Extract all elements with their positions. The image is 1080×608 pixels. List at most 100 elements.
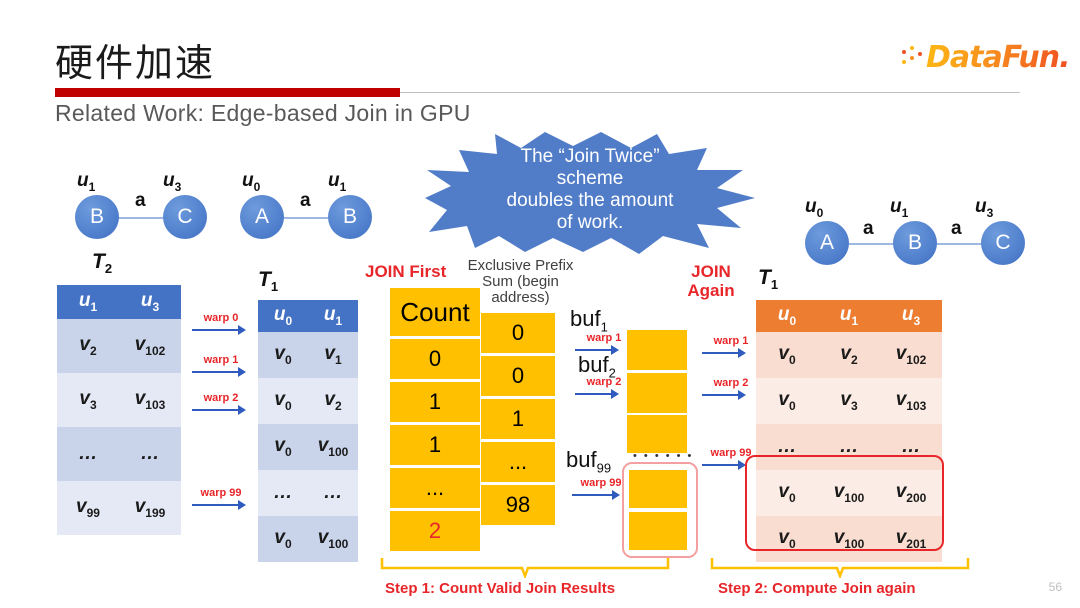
graph-t1-node0-label: A — [254, 205, 269, 228]
graph-result-node1-var: u1 — [890, 196, 909, 220]
table-cell: v0 — [756, 378, 818, 424]
graph-t1-node1-var: u1 — [328, 170, 347, 194]
graph-result-edge1-label: a — [951, 218, 962, 239]
count-cell: ... — [390, 468, 480, 508]
page-title: 硬件加速 — [55, 41, 216, 85]
graph-t2-node1-var: u3 — [163, 170, 182, 194]
count-column: Count 0 1 1... 2 — [390, 288, 480, 554]
table-cell: v102 — [880, 332, 942, 378]
buf-block-2 — [627, 373, 687, 413]
buf-ellipsis: • • • • • • — [633, 450, 694, 462]
logo-wordmark: DataFun. — [926, 39, 1070, 75]
table-cell: v199 — [119, 481, 181, 535]
join-again-label: JOIN Again — [681, 262, 741, 300]
graph-result-node0: A — [805, 221, 849, 265]
warp-label-2: warp 2 — [203, 392, 239, 404]
count-cell: 1 — [390, 425, 480, 465]
buf-block-1 — [627, 330, 687, 370]
warp-arrow-0: warp 0 — [190, 312, 252, 335]
graph-result-edge0-label: a — [863, 218, 874, 239]
graph-result: u0 u1 u3 A B C a a — [805, 196, 1035, 271]
graph-t1-node0-var: u0 — [242, 170, 261, 194]
warp-arrow-right-1: warp 1 — [700, 335, 762, 358]
callout-line-4: of work. — [556, 212, 624, 233]
warp-arrow-line-2 — [190, 405, 252, 415]
warp-arrow-line-1 — [190, 367, 252, 377]
prefix-sum-cell: ... — [481, 442, 555, 482]
table-row: v99 v199 — [57, 481, 181, 535]
table-cell: v1 — [308, 332, 358, 378]
table-row: …… — [57, 427, 181, 481]
join-again-line-2: Again — [687, 281, 735, 300]
prefix-sum-cell: 1 — [481, 399, 555, 439]
table-row: v3 v103 — [57, 373, 181, 427]
title-underline-grey — [400, 92, 1020, 93]
graph-t2-node0-label: B — [89, 205, 104, 228]
step1-label: Step 1: Count Valid Join Results — [385, 580, 616, 597]
table-header-row: u0 u1 u3 — [756, 300, 942, 332]
table-cell: … — [308, 470, 358, 516]
callout-line-2: scheme — [556, 168, 624, 189]
table-cell: v0 — [258, 516, 308, 562]
graph-t1-node0: A — [240, 195, 284, 239]
graph-result-edge0 — [847, 243, 895, 245]
table-cell: v99 — [57, 481, 119, 535]
prefix-sum-caption-2: Sum (begin — [482, 273, 559, 290]
warp-arrow-buf-1: warp 1 — [573, 332, 635, 355]
count-cell: 0 — [390, 339, 480, 379]
graph-t1-node1-label: B — [342, 205, 357, 228]
step2-label: Step 2: Compute Join again — [718, 580, 916, 597]
buf99-label: buf99 — [566, 447, 612, 476]
table-header-cell: u1 — [57, 285, 119, 319]
count-cell: 1 — [390, 382, 480, 422]
table-header-cell: u3 — [880, 300, 942, 332]
table-header-cell: u0 — [756, 300, 818, 332]
table-header-cell: u1 — [308, 300, 358, 332]
step2-brace — [710, 558, 970, 578]
callout-line-3: doubles the amount — [506, 190, 674, 211]
warp-arrow-line-buf-2 — [573, 389, 635, 399]
graph-t2-node1: C — [163, 195, 207, 239]
table-cell: v0 — [258, 424, 308, 470]
graph-result-node0-var: u0 — [805, 196, 824, 220]
warp-label-1: warp 1 — [203, 354, 239, 366]
graph-t2-node0-var: u1 — [77, 170, 96, 194]
graph-t2: u1 u3 B C a — [75, 170, 235, 245]
prefix-sum-caption: Exclusive Prefix Sum (begin address) — [463, 258, 578, 306]
prefix-sum-cell: 98 — [481, 485, 555, 525]
warp-label-buf-1: warp 1 — [586, 332, 622, 344]
table-row: v2 v102 — [57, 319, 181, 373]
warp-label-0: warp 0 — [203, 312, 239, 324]
graph-result-node2: C — [981, 221, 1025, 265]
table-cell: v0 — [756, 332, 818, 378]
table-row: v0 v3 v103 — [756, 378, 942, 424]
result-highlight-box — [745, 455, 944, 551]
table-header-row: u1 u3 — [57, 285, 181, 319]
graph-result-node2-var: u3 — [975, 196, 994, 220]
table-cell: v100 — [308, 424, 358, 470]
table-row: v0 v100 — [258, 424, 358, 470]
warp-arrow-1: warp 1 — [190, 354, 252, 377]
graph-t2-node1-label: C — [177, 205, 193, 228]
title-underline-red — [55, 88, 400, 97]
warp-arrow-line-0 — [190, 325, 252, 335]
callout-line-1: The “Join Twice” — [520, 146, 660, 167]
join-again-line-1: JOIN — [691, 262, 731, 281]
table-t1-left: u0 u1 v0 v1 v0 v2 v0 v100…… v0 v100 — [258, 300, 358, 562]
table-cell: v3 — [57, 373, 119, 427]
table-cell: v3 — [818, 378, 880, 424]
table-row: v0 v2 v102 — [756, 332, 942, 378]
table-row: v0 v2 — [258, 378, 358, 424]
graph-t1-node1: B — [328, 195, 372, 239]
datafun-logo: DataFun. — [900, 39, 1070, 75]
table-t2: u1 u3 v2 v102 v3 v103…… v99 v199 — [57, 285, 181, 535]
graph-t2-node0: B — [75, 195, 119, 239]
table-cell: v0 — [258, 332, 308, 378]
page-number: 56 — [1048, 580, 1062, 594]
prefix-sum-column: 0 0 1... 98 — [481, 313, 555, 528]
logo-dots-icon — [900, 44, 926, 70]
count-cell: 2 — [390, 511, 480, 551]
prefix-sum-caption-1: Exclusive Prefix — [467, 257, 574, 274]
table-header-cell: u0 — [258, 300, 308, 332]
table-cell: v102 — [119, 319, 181, 373]
